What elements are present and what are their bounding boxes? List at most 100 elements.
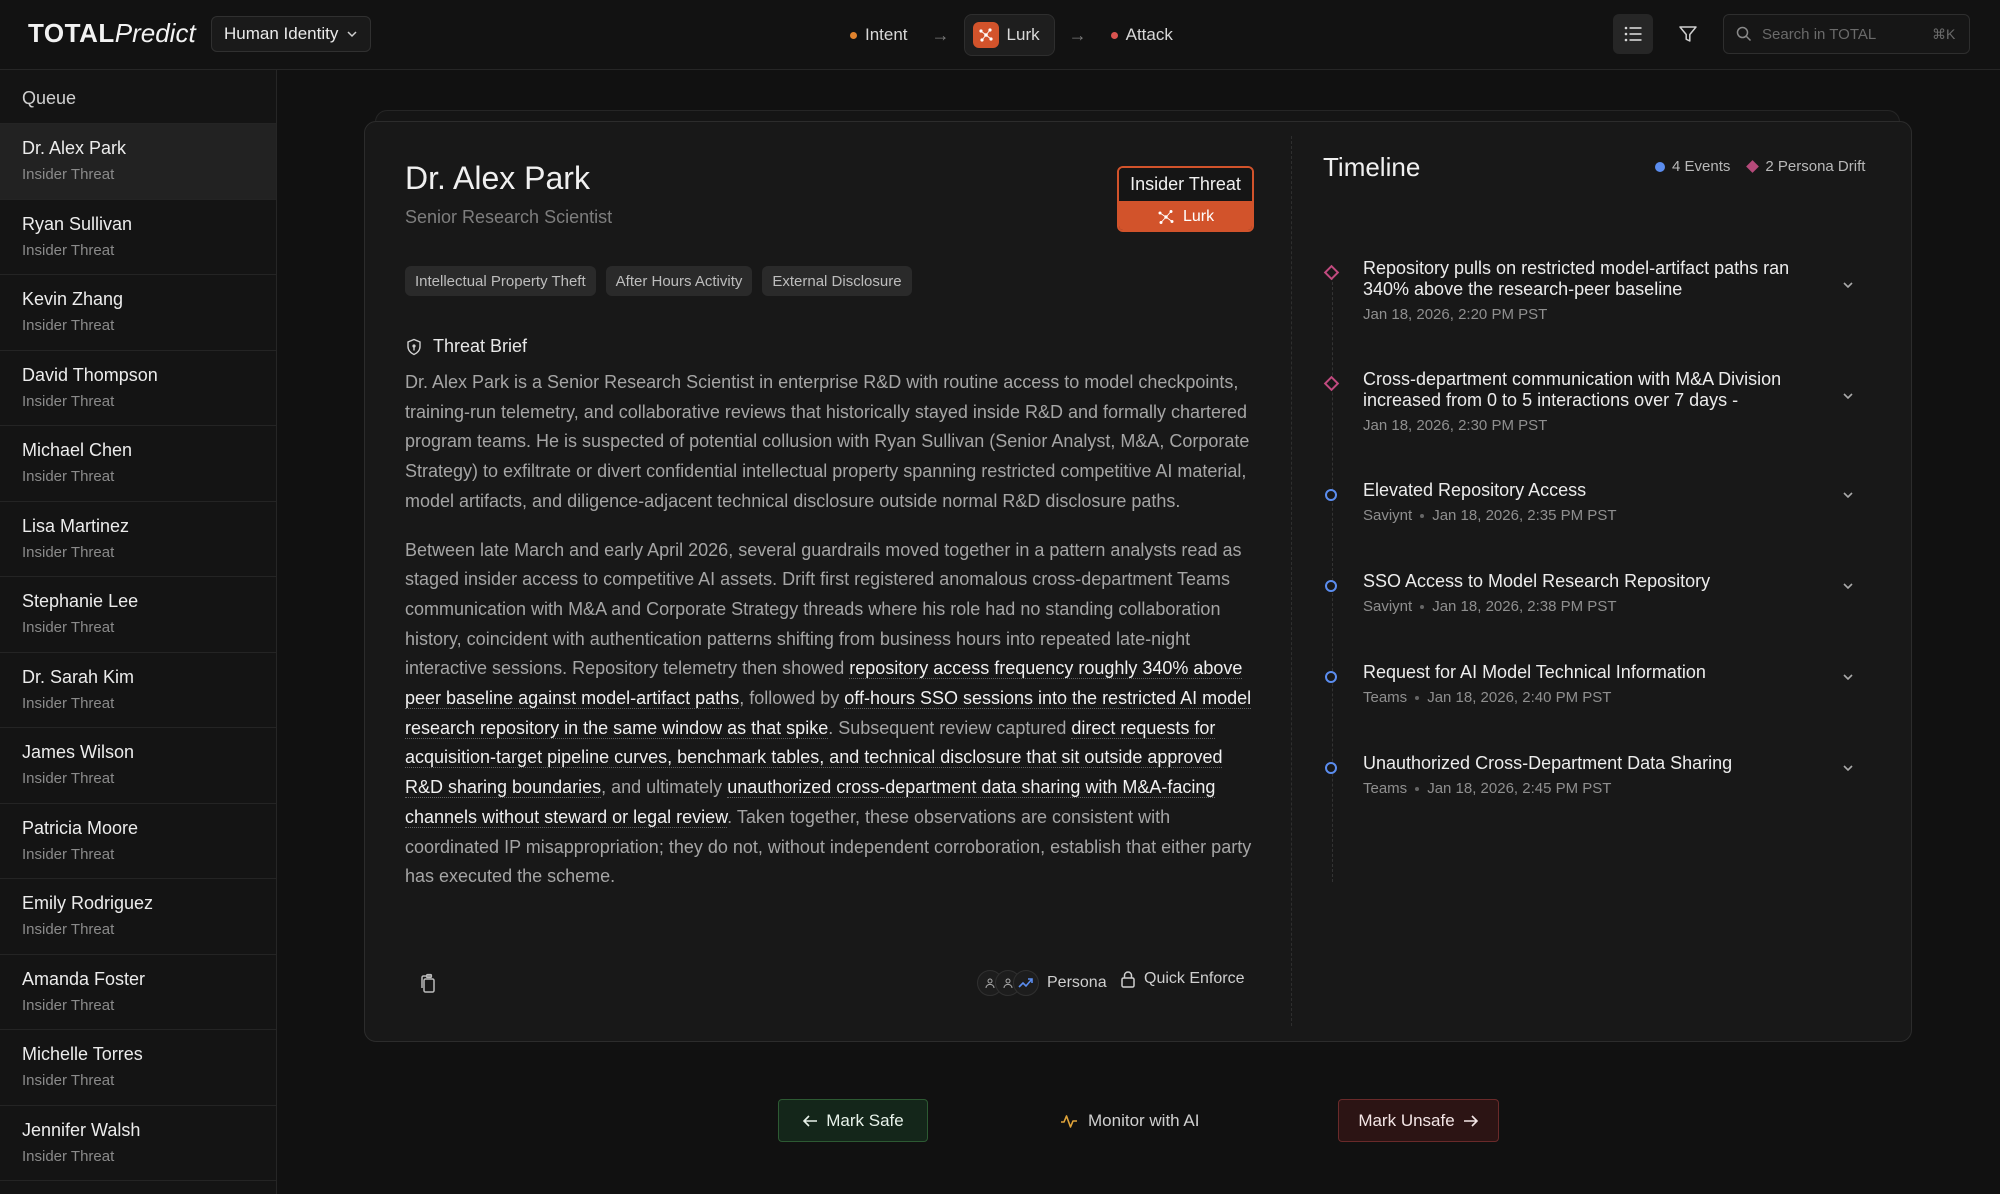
filter-icon — [1679, 26, 1697, 42]
activity-icon — [1061, 1114, 1077, 1128]
lock-icon — [1121, 971, 1135, 988]
persona-avatars — [977, 970, 1039, 996]
threat-badge: Insider Threat Lurk — [1117, 166, 1254, 232]
stage-intent[interactable]: Intent — [840, 14, 918, 56]
list-icon — [1624, 26, 1642, 42]
chevron-down-icon[interactable] — [1841, 579, 1855, 593]
drift-diamond-icon — [1746, 160, 1760, 173]
search-box[interactable]: ⌘K — [1723, 14, 1970, 54]
queue-item[interactable]: Ryan Sullivan Insider Threat — [0, 200, 276, 275]
queue-item[interactable]: Amanda Foster Insider Threat — [0, 955, 276, 1030]
drift-diamond-icon — [1323, 264, 1340, 281]
chevron-down-icon[interactable] — [1841, 278, 1855, 292]
arrow-right-icon: → — [1068, 24, 1087, 45]
chevron-down-icon — [347, 31, 357, 38]
trend-icon — [1013, 970, 1039, 996]
drift-diamond-icon — [1323, 375, 1340, 392]
arrow-right-icon — [1463, 1114, 1478, 1127]
event-meta: Saviynt Jan 18, 2026, 2:38 PM PST — [1363, 598, 1617, 615]
quick-enforce-button[interactable]: Quick Enforce — [1120, 970, 1244, 988]
drift-count: 2 Persona Drift — [1746, 158, 1865, 175]
event-meta: Jan 18, 2026, 2:20 PM PST — [1363, 306, 1548, 323]
timeline-event[interactable]: Unauthorized Cross-Department Data Shari… — [1323, 753, 1883, 797]
separator-dot — [1420, 604, 1425, 609]
person-role: Senior Research Scientist — [405, 207, 613, 227]
event-meta: Teams Jan 18, 2026, 2:40 PM PST — [1363, 689, 1612, 706]
queue-item[interactable]: Kevin Zhang Insider Threat — [0, 275, 276, 351]
tag[interactable]: External Disclosure — [762, 266, 912, 296]
stage-lurk[interactable]: Lurk — [963, 14, 1055, 56]
lurk-icon — [1158, 209, 1174, 224]
lurk-icon — [972, 22, 999, 48]
event-meta: Teams Jan 18, 2026, 2:45 PM PST — [1363, 780, 1612, 797]
event-title: Cross-department communication with M&A … — [1363, 369, 1782, 410]
timeline-event[interactable]: Request for AI Model Technical Informati… — [1323, 662, 1883, 706]
monitor-with-ai-button[interactable]: Monitor with AI — [1060, 1099, 1200, 1142]
event-title: Unauthorized Cross-Department Data Shari… — [1363, 753, 1733, 773]
brief-paragraph: Between late March and early April 2026,… — [405, 539, 1252, 887]
threat-brief-text: Dr. Alex Park is a Senior Research Scien… — [405, 368, 1257, 892]
event-circle-icon — [1325, 671, 1337, 683]
chevron-down-icon[interactable] — [1841, 389, 1855, 403]
queue-item[interactable]: Dr. Alex Park Insider Threat — [0, 124, 276, 200]
queue-item[interactable]: Lisa Martinez Insider Threat — [0, 502, 276, 577]
shield-icon — [407, 338, 421, 355]
arrow-right-icon: → — [931, 24, 950, 45]
event-title: Elevated Repository Access — [1363, 480, 1587, 500]
event-title: Repository pulls on restricted model-art… — [1363, 258, 1790, 299]
queue-item[interactable]: Michelle Torres Insider Threat — [0, 1030, 276, 1106]
top-bar: TOTALPredict Human Identity Intent → Lur… — [0, 0, 2000, 70]
timeline-stats: 4 Events 2 Persona Drift — [1655, 158, 1865, 175]
chevron-down-icon[interactable] — [1841, 488, 1855, 502]
chevron-down-icon[interactable] — [1841, 670, 1855, 684]
person-name: Dr. Alex Park — [405, 160, 590, 196]
separator-dot — [1415, 786, 1420, 791]
threat-type: Insider Threat — [1119, 168, 1252, 201]
timeline-event[interactable]: Repository pulls on restricted model-art… — [1323, 258, 1883, 323]
persona-button[interactable]: Persona — [977, 970, 1107, 996]
copy-button[interactable] — [415, 971, 441, 997]
event-circle-icon — [1325, 762, 1337, 774]
timeline-event[interactable]: SSO Access to Model Research Repository … — [1323, 571, 1883, 615]
stage-dot — [850, 31, 857, 39]
identity-selector[interactable]: Human Identity — [211, 16, 372, 52]
threat-brief-heading: Threat Brief — [405, 336, 527, 357]
mark-unsafe-button[interactable]: Mark Unsafe — [1338, 1099, 1499, 1142]
queue-item[interactable]: Jennifer Walsh Insider Threat — [0, 1106, 276, 1181]
event-title: Request for AI Model Technical Informati… — [1363, 662, 1706, 682]
queue-item[interactable]: Patricia Moore Insider Threat — [0, 804, 276, 879]
tag-list: Intellectual Property Theft After Hours … — [405, 266, 912, 296]
tag[interactable]: After Hours Activity — [605, 266, 753, 296]
search-icon — [1736, 26, 1752, 42]
queue-item[interactable]: Michael Chen Insider Threat — [0, 426, 276, 502]
chevron-down-icon[interactable] — [1841, 761, 1855, 775]
queue-item[interactable]: David Thompson Insider Threat — [0, 351, 276, 426]
timeline-event[interactable]: Elevated Repository Access Saviynt Jan 18… — [1323, 480, 1883, 524]
list-view-button[interactable] — [1613, 14, 1653, 54]
event-circle-icon — [1325, 489, 1337, 501]
case-card: Dr. Alex Park Senior Research Scientist … — [364, 121, 1912, 1042]
mark-safe-button[interactable]: Mark Safe — [778, 1099, 928, 1142]
tag[interactable]: Intellectual Property Theft — [405, 266, 596, 296]
queue-item[interactable]: James Wilson Insider Threat — [0, 728, 276, 804]
search-input[interactable] — [1762, 25, 1922, 43]
event-meta: Saviynt Jan 18, 2026, 2:35 PM PST — [1363, 507, 1617, 524]
queue-sidebar: Queue Dr. Alex Park Insider Threat Ryan S… — [0, 70, 277, 1194]
stage-dot — [1110, 31, 1118, 39]
timeline-event[interactable]: Cross-department communication with M&A … — [1323, 369, 1883, 434]
identity-selector-label: Human Identity — [224, 24, 339, 43]
event-meta: Jan 18, 2026, 2:30 PM PST — [1363, 417, 1548, 434]
brand-logo[interactable]: TOTALPredict — [28, 18, 196, 49]
event-circle-icon — [1325, 580, 1337, 592]
threat-stage: Lurk — [1119, 201, 1252, 230]
queue-item[interactable]: Stephanie Lee Insider Threat — [0, 577, 276, 653]
arrow-left-icon — [803, 1114, 818, 1127]
events-count: 4 Events — [1655, 158, 1730, 175]
copy-icon — [421, 973, 435, 993]
filter-button[interactable] — [1668, 14, 1708, 54]
card-divider — [1291, 136, 1292, 1026]
queue-item[interactable]: Emily Rodriguez Insider Threat — [0, 879, 276, 955]
event-dot-icon — [1655, 162, 1665, 172]
stage-attack[interactable]: Attack — [1101, 14, 1183, 56]
queue-item[interactable]: Dr. Sarah Kim Insider Threat — [0, 653, 276, 728]
